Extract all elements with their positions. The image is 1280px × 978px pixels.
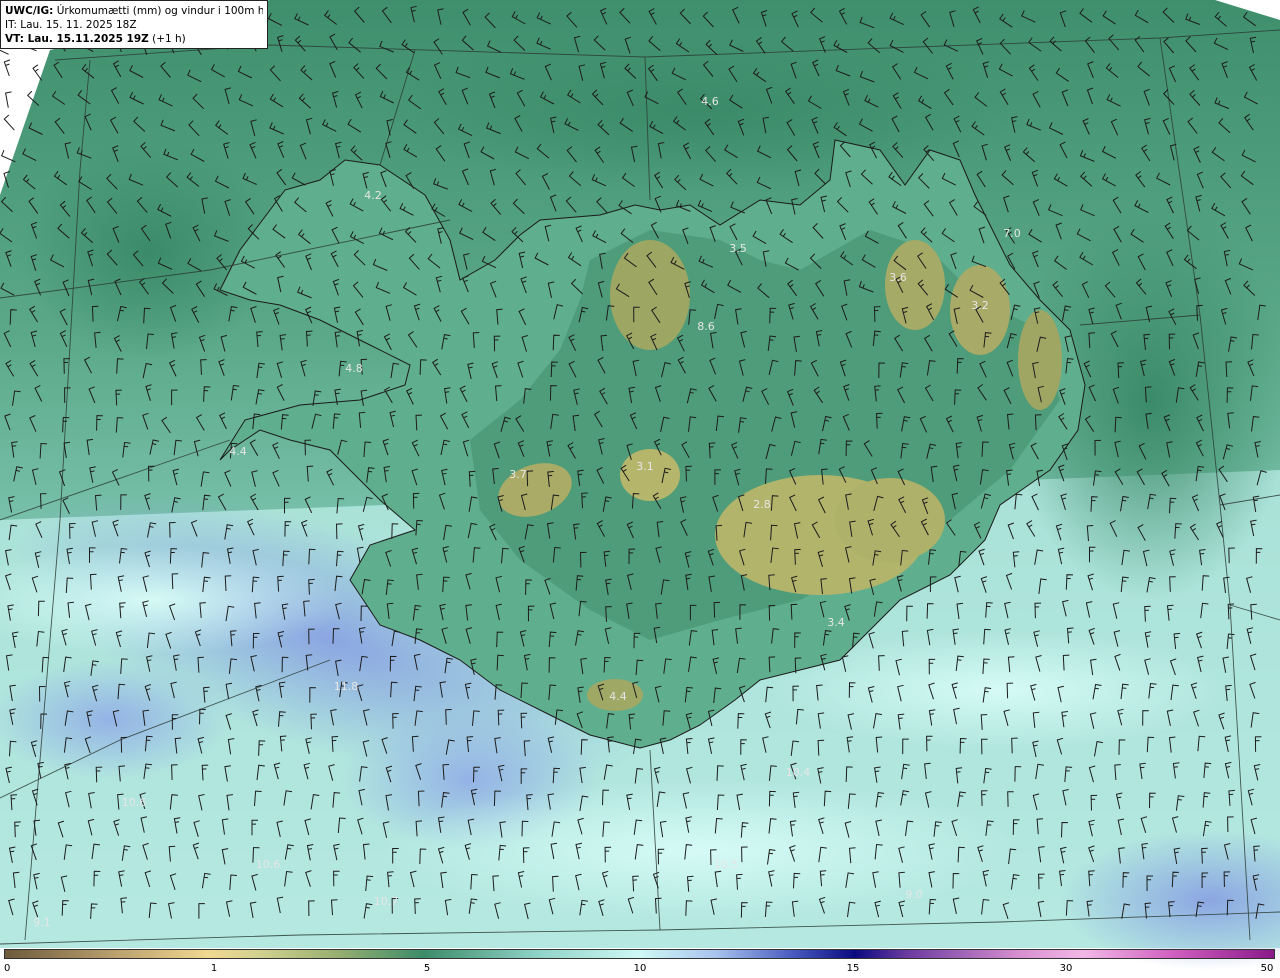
map-value-label: 2.8 bbox=[753, 498, 771, 511]
valid-time: Lau. 15.11.2025 19Z bbox=[27, 33, 149, 45]
map-value-label: 4.6 bbox=[701, 95, 719, 108]
valid-offset: (+1 h) bbox=[148, 33, 186, 45]
map-value-label: 4.2 bbox=[364, 189, 382, 202]
wind-barb bbox=[32, 64, 43, 81]
map-value-label: 10.6 bbox=[122, 796, 147, 809]
map-title: Úrkomumætti (mm) og vindur i 100m hæð bbox=[56, 5, 263, 17]
model-name: UWC/IG: bbox=[5, 5, 54, 17]
legend-tick-10: 10 bbox=[633, 963, 647, 974]
valid-prefix: VT: bbox=[5, 33, 28, 45]
map-value-label: 9.0 bbox=[905, 888, 923, 901]
wind-barb bbox=[3, 59, 11, 77]
legend-tick-0: 0 bbox=[4, 963, 11, 974]
map-value-label: 7.0 bbox=[1003, 227, 1021, 240]
legend-tick-30: 30 bbox=[1059, 963, 1073, 974]
map-value-label: 4.4 bbox=[609, 690, 627, 703]
highland-east-1 bbox=[885, 240, 945, 330]
map-value-label: 9.1 bbox=[33, 916, 51, 929]
map-value-label: 10.6 bbox=[256, 858, 281, 871]
color-legend: 0 1 5 10 15 30 50 bbox=[0, 947, 1280, 978]
wind-barb bbox=[3, 114, 15, 131]
map-value-label: 4.8 bbox=[345, 362, 363, 375]
map-value-label: 3.2 bbox=[971, 299, 989, 312]
map-value-label: 3.4 bbox=[827, 616, 845, 629]
legend-tick-1: 1 bbox=[210, 963, 218, 974]
map-value-label: 3.5 bbox=[729, 242, 747, 255]
highland-hofsjokull bbox=[620, 449, 680, 501]
map-value-label: 4.4 bbox=[229, 445, 247, 458]
map-value-label: 3.7 bbox=[509, 468, 527, 481]
map-value-label: 11.8 bbox=[334, 680, 359, 693]
legend-tick-50: 50 bbox=[1260, 963, 1274, 974]
init-time: IT: Lau. 15. 11. 2025 18Z bbox=[5, 19, 137, 31]
info-box: UWC/IG: Úrkomumætti (mm) og vindur i 100… bbox=[0, 0, 268, 49]
precipitation-map: 4.6 4.2 3.5 7.0 3.6 3.2 8.6 4.8 4.4 3.7 3.1 2.8 3.4 1… bbox=[0, 0, 1280, 970]
info-title-line: UWC/IG: Úrkomumætti (mm) og vindur i 100… bbox=[5, 4, 263, 18]
map-value-label: 3.6 bbox=[889, 271, 907, 284]
legend-color-bar bbox=[4, 949, 1275, 959]
pale-band-1 bbox=[380, 780, 1020, 920]
map-value-label: 8.6 bbox=[697, 320, 715, 333]
legend-tick-15: 15 bbox=[846, 963, 860, 974]
wind-barb bbox=[5, 91, 12, 108]
map-value-label: 10.5 bbox=[714, 858, 739, 871]
map-value-label: 10.4 bbox=[786, 766, 811, 779]
valid-time-line: VT: Lau. 15.11.2025 19Z (+1 h) bbox=[5, 32, 263, 46]
map-value-label: 10.7 bbox=[374, 895, 399, 908]
map-value-label: 3.1 bbox=[636, 460, 654, 473]
highland-vatnajokull-2 bbox=[835, 478, 945, 562]
highland-trollaskagi bbox=[610, 240, 690, 350]
legend-tick-5: 5 bbox=[423, 963, 431, 974]
